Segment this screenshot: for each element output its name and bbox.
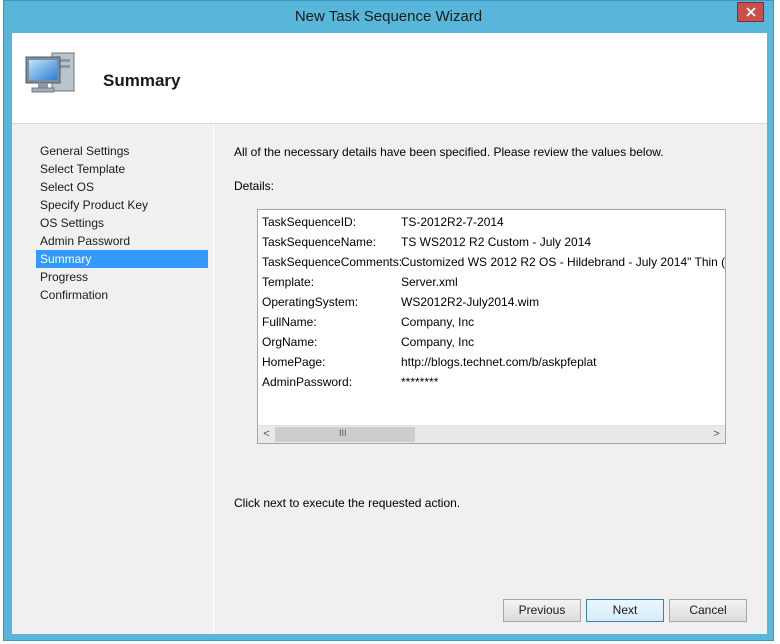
nav-step-specify-product-key: Specify Product Key (40, 198, 149, 212)
nav-step-general-settings: General Settings (40, 144, 130, 158)
close-button[interactable] (737, 2, 764, 22)
detail-key: OrgName: (262, 335, 318, 349)
detail-row: OrgName: Company, Inc (262, 332, 725, 352)
nav-step-select-template: Select Template (40, 162, 126, 176)
detail-row: TaskSequenceID: TS-2012R2-7-2014 (262, 212, 725, 232)
details-label: Details: (234, 179, 275, 193)
nav-step-progress: Progress (40, 270, 89, 284)
detail-row: FullName: Company, Inc (262, 312, 725, 332)
scroll-left-arrow-icon[interactable]: < (258, 426, 275, 443)
detail-key: TaskSequenceID: (262, 215, 357, 229)
nav-step-select-os: Select OS (40, 180, 95, 194)
scroll-thumb[interactable]: III (275, 427, 415, 442)
close-icon (746, 7, 756, 17)
scroll-right-arrow-icon[interactable]: > (708, 426, 725, 443)
detail-value: ******** (401, 375, 439, 389)
detail-row: AdminPassword: ******** (262, 372, 725, 392)
detail-value: WS2012R2-July2014.wim (401, 295, 540, 309)
detail-value: Server.xml (401, 275, 458, 289)
nav-step-os-settings: OS Settings (40, 216, 105, 230)
computer-icon (25, 52, 75, 93)
next-button[interactable]: Next (586, 599, 664, 622)
cancel-button[interactable]: Cancel (669, 599, 747, 622)
detail-key: AdminPassword: (262, 375, 353, 389)
nav-step-summary: Summary (36, 250, 208, 268)
detail-key: TaskSequenceComments: (262, 255, 403, 269)
title-bar[interactable]: New Task Sequence Wizard (4, 1, 773, 33)
detail-value: Customized WS 2012 R2 OS - Hildebrand - … (401, 255, 726, 269)
detail-key: TaskSequenceName: (262, 235, 377, 249)
detail-key: HomePage: (262, 355, 326, 369)
nav-step-confirmation: Confirmation (40, 288, 109, 302)
detail-row: TaskSequenceName: TS WS2012 R2 Custom - J… (262, 232, 725, 252)
detail-row: TaskSequenceComments:Customized WS 2012 … (262, 252, 726, 272)
footer-instruction: Click next to execute the requested acti… (234, 496, 461, 510)
scroll-grip-icon: III (339, 428, 347, 438)
previous-button[interactable]: Previous (503, 599, 581, 622)
detail-value: http://blogs.technet.com/b/askpfeplat (401, 355, 597, 369)
window-title: New Task Sequence Wizard (294, 8, 483, 25)
wizard-step-list: General Settings Select Template Select OS… (12, 124, 214, 634)
summary-panel: All of the necessary details have been s… (214, 124, 767, 634)
detail-value: Company, Inc (401, 335, 475, 349)
detail-row: OperatingSystem: WS2012R2-July2014.wim (262, 292, 725, 312)
intro-text: All of the necessary details have been s… (234, 145, 664, 159)
wizard-client-area: Summary General Settings Select Template S… (12, 33, 767, 634)
wizard-header: Summary (12, 33, 767, 124)
details-listbox[interactable]: TaskSequenceID: TS-2012R2-7-2014 TaskSeque… (257, 209, 726, 444)
nav-step-admin-password: Admin Password (40, 234, 131, 248)
detail-row: Template: Server.xml (262, 272, 725, 292)
detail-value: TS WS2012 R2 Custom - July 2014 (401, 235, 592, 249)
detail-row: HomePage: http://blogs.technet.com/b/askp… (262, 352, 725, 372)
detail-value: Company, Inc (401, 315, 475, 329)
page-title: Summary (103, 71, 181, 90)
wizard-window: New Task Sequence Wizard Summary General… (3, 0, 774, 641)
horizontal-scrollbar[interactable]: < III > (258, 425, 725, 443)
detail-key: OperatingSystem: (262, 295, 359, 309)
detail-value: TS-2012R2-7-2014 (401, 215, 504, 229)
detail-key: FullName: (262, 315, 317, 329)
detail-key: Template: (262, 275, 315, 289)
